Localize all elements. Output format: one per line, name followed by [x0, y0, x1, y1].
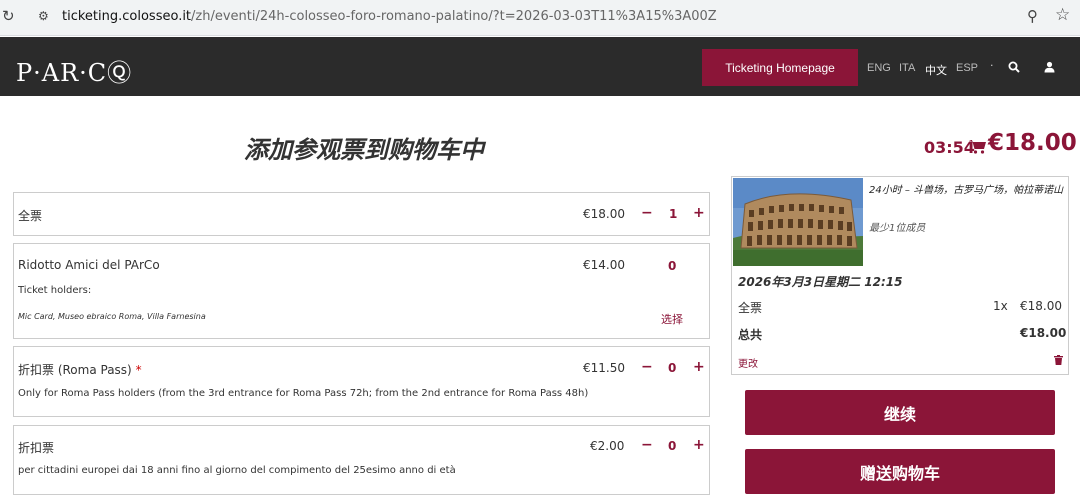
url-path: /zh/eventi/24h-colosseo-foro-romano-pala…	[191, 9, 717, 24]
decrease-button[interactable]: −	[641, 437, 653, 453]
cart-total: €18.00	[988, 130, 1077, 156]
ticket-price: €14.00	[583, 258, 625, 272]
decrease-button[interactable]: −	[641, 359, 653, 375]
summary-total-value: €18.00	[1020, 326, 1067, 340]
ticket-holders-list: Mic Card, Museo ebraico Roma, Villa Farn…	[18, 312, 206, 321]
ticket-row-roma-pass: 折扣票 (Roma Pass) * €11.50 − 0 + Only for …	[13, 346, 710, 417]
colosseum-image	[733, 178, 863, 266]
ticket-holders-label: Ticket holders:	[18, 285, 92, 296]
quantity-value: 1	[669, 207, 678, 221]
page-title: 添加参观票到购物车中	[244, 136, 484, 164]
site-info-icon[interactable]: ⚙	[38, 9, 49, 23]
decrease-button[interactable]: −	[641, 205, 653, 221]
ticket-description: Only for Roma Pass holders (from the 3rd…	[18, 388, 589, 399]
header-separator: ·	[990, 59, 994, 72]
ticket-row-ridotto: Ridotto Amici del PArCo €14.00 0 Ticket …	[13, 243, 710, 339]
ticket-description: per cittadini europei dai 18 anni fino a…	[18, 465, 456, 476]
summary-event-title: 24小时 – 斗兽场，古罗马广场，帕拉蒂诺山	[869, 185, 1064, 196]
cart-timer: 03:54	[924, 138, 975, 157]
lang-esp[interactable]: ESP	[956, 62, 978, 74]
ticket-price: €11.50	[583, 361, 625, 375]
ticket-price: €18.00	[583, 207, 625, 221]
summary-min-members: 最少1位成员	[869, 223, 926, 234]
quantity-value: 0	[668, 439, 677, 453]
increase-button[interactable]: +	[693, 437, 705, 453]
parco-logo[interactable]: P·AR·CⓆ	[16, 53, 132, 88]
url-host: ticketing.colosseo.it	[62, 9, 192, 24]
increase-button[interactable]: +	[693, 205, 705, 221]
zoom-icon[interactable]: ⚲	[1027, 7, 1038, 25]
ticket-row-full: 全票 €18.00 − 1 +	[13, 192, 710, 236]
search-icon[interactable]	[1008, 61, 1020, 76]
trash-icon[interactable]	[1054, 355, 1063, 368]
gift-cart-button[interactable]: 赠送购物车	[745, 449, 1055, 494]
ticket-price: €2.00	[590, 439, 625, 453]
star-icon[interactable]: ☆	[1055, 5, 1070, 25]
cart-summary: 24小时 – 斗兽场，古罗马广场，帕拉蒂诺山 最少1位成员 2026年3月3日星…	[731, 176, 1069, 375]
site-header: P·AR·CⓆ Ticketing Homepage ENG ITA 中文 ES…	[0, 37, 1080, 96]
quantity-value: 0	[668, 361, 677, 375]
ticket-name: 折扣票 (Roma Pass) *	[18, 363, 142, 377]
ticket-row-youth: 折扣票 €2.00 − 0 + per cittadini europei da…	[13, 425, 710, 495]
reload-icon[interactable]: ↻	[2, 7, 15, 25]
summary-date: 2026年3月3日星期二 12:15	[738, 275, 903, 289]
increase-button[interactable]: +	[693, 359, 705, 375]
ticketing-homepage-button[interactable]: Ticketing Homepage	[702, 49, 858, 86]
summary-line-qty: 1x	[993, 299, 1008, 313]
select-link[interactable]: 选择	[661, 311, 683, 327]
user-icon[interactable]	[1044, 61, 1055, 76]
lang-ita[interactable]: ITA	[899, 62, 915, 74]
ticket-name: 全票	[18, 209, 43, 223]
summary-total-label: 总共	[738, 328, 763, 342]
quantity-value: 0	[668, 259, 677, 273]
summary-line-label: 全票	[738, 301, 763, 315]
lang-eng[interactable]: ENG	[867, 62, 891, 74]
browser-toolbar: ↻ ⚙ ticketing.colosseo.it/zh/eventi/24h-…	[0, 0, 1080, 36]
cart-icon[interactable]	[969, 139, 987, 158]
lang-zh[interactable]: 中文	[925, 62, 947, 78]
continue-button[interactable]: 继续	[745, 390, 1055, 435]
ticket-name: Ridotto Amici del PArCo	[18, 258, 160, 272]
ticket-name: 折扣票	[18, 441, 55, 455]
summary-line-price: €18.00	[1020, 299, 1062, 313]
address-bar[interactable]: ticketing.colosseo.it/zh/eventi/24h-colo…	[62, 9, 717, 24]
change-link[interactable]: 更改	[738, 355, 758, 370]
